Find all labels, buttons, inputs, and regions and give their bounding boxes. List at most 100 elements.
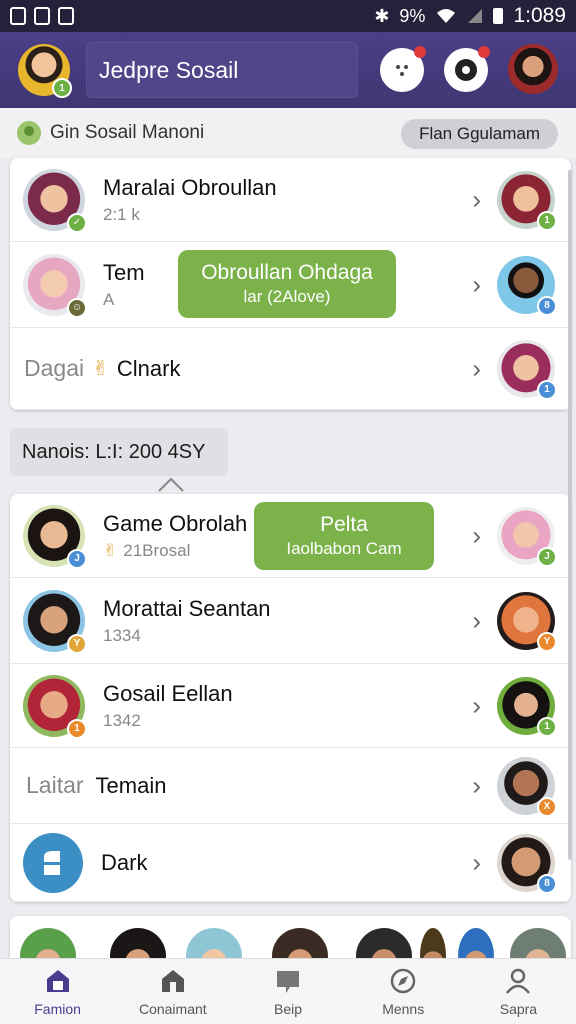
thumb-badge: 8 [537,295,557,316]
contact-name: Tem [103,259,145,285]
list-item[interactable]: 1 Gosail Eellan 1342 › 1 [10,664,571,748]
dots-menu-button[interactable] [380,46,426,92]
contact-name: Maralai Obroullan [103,174,277,200]
avatar-badge: J [67,548,87,569]
bluetooth-icon: ✱ [374,5,390,26]
hand-icon: ✌ [103,540,118,560]
chevron-right-icon: › [472,770,481,800]
nav-label: Famion [34,1000,81,1017]
search-input[interactable]: Jedpre Sosail [86,42,358,98]
chevron-right-icon: › [472,269,481,299]
dark-label: Dark [101,849,148,875]
moon-icon [44,850,60,875]
contact-meta: 21Brosal [123,540,191,560]
contact-meta: 2:1 k [103,204,140,224]
list-item[interactable]: Y Morattai Seantan 1334 › Y [10,578,571,664]
list-item[interactable]: Dark › 8 [10,824,571,902]
battery-percent: 9% [399,5,426,26]
person-icon [506,968,531,994]
contact-name: Clnark [116,355,181,381]
contact-card-2: J Game Obrolah ✌ 21Brosal › J Y Morattai… [10,494,571,902]
nav-menns[interactable]: Menns [346,959,461,1024]
subheader-title: Gin Sosail Manoni [50,122,205,143]
thumb-badge: J [537,546,557,567]
nav-conaimant[interactable]: Conaimant [115,959,230,1024]
avatar-badge: 1 [67,718,87,739]
thumb-badge: 1 [537,716,557,737]
record-button[interactable] [444,46,490,92]
contact-name: Temain [95,772,167,798]
contact-avatar: J [23,504,87,569]
hand-icon: ✌ [92,358,109,380]
contact-meta: 1342 [103,710,141,730]
avatar-badge: ✓ [67,212,87,233]
row-label: Laitar [26,772,84,798]
thumb-badge: Y [537,631,557,652]
status-bar: ✱ 9% 1:089 [0,0,576,32]
row-label: Dagai [24,355,85,381]
home-icon [46,969,69,992]
check-icon [58,7,74,25]
contact-name: Morattai Seantan [103,595,271,621]
wifi-icon [437,9,456,23]
contact-name: Gosail Eellan [103,680,233,706]
nav-famion[interactable]: Famion [0,959,115,1024]
profile-avatar[interactable]: 1 [18,44,72,98]
tooltip-bubble: Pelta Iaolbabon Cam [254,502,434,570]
nav-label: Sapra [499,1000,538,1017]
nav-sapra[interactable]: Sapra [461,959,576,1024]
leaf-icon [17,121,41,145]
chevron-right-icon: › [472,184,481,214]
dark-mode-icon-circle [23,832,83,893]
list-item[interactable]: Laitar Temain › X [10,748,571,824]
contact-name: Game Obrolah [103,510,248,536]
battery-icon [493,8,504,24]
filter-pill-button[interactable]: Flan Ggulamam [401,119,558,149]
tooltip-title: Obroullan Ohdaga [201,261,373,284]
contact-avatar: ☺ [23,253,87,318]
nav-label: Beip [273,1000,303,1017]
record-icon [455,59,477,81]
compass-icon [390,968,416,993]
chevron-right-icon: › [472,847,481,877]
contact-avatar: ✓ [23,168,87,233]
list-item[interactable]: ✓ Maralai Obroullan 2:1 k › 1 [10,158,571,242]
contact-thumb: Y [497,591,557,652]
app-header: 1 Jedpre Sosail [0,32,576,108]
scrollbar[interactable] [568,170,572,860]
dropbox-icon [34,7,50,25]
chevron-right-icon: › [472,520,481,550]
contact-meta: 1334 [103,625,141,645]
subheader: Gin Sosail Manoni Flan Ggulamam [0,108,576,158]
nav-beip[interactable]: Beip [230,959,345,1024]
tooltip-subtitle: Iaolbabon Cam [286,539,402,558]
clock: 1:089 [513,4,566,27]
contact-card-1: ✓ Maralai Obroullan 2:1 k › 1 ☺ Tem A › … [10,158,571,410]
list-item[interactable]: Dagai ✌ Clnark › 1 [10,328,571,410]
thumb-badge: 1 [537,379,557,400]
notification-icon [10,7,26,25]
avatar-badge: 1 [52,78,72,98]
contact-thumb: J [497,506,557,567]
nav-label: Conaimant [138,1000,207,1017]
contact-thumb: X [497,756,557,817]
bottom-navigation: Famion Conaimant Beip Menns Sapra [0,958,576,1024]
contact-thumb: 1 [497,339,557,400]
section-label: Nanois: L:I: 200 4SY [10,428,228,476]
thumb-badge: 8 [537,873,557,894]
avatar-badge: ☺ [67,297,87,318]
signal-icon [468,9,483,23]
nav-label: Menns [382,1000,425,1017]
thumb-badge: 1 [537,210,557,231]
contact-thumb: 8 [497,833,557,894]
account-avatar[interactable] [508,44,558,94]
caret-up-icon [158,478,184,492]
chat-icon [277,970,299,993]
avatar-badge: Y [67,633,87,654]
tooltip-title: Pelta [320,513,368,536]
chevron-right-icon: › [472,690,481,720]
tooltip-subtitle: lar (2Alove) [243,287,331,306]
dots-icon [396,65,408,76]
contact-avatar: Y [23,589,87,654]
contact-thumb: 8 [497,255,557,316]
